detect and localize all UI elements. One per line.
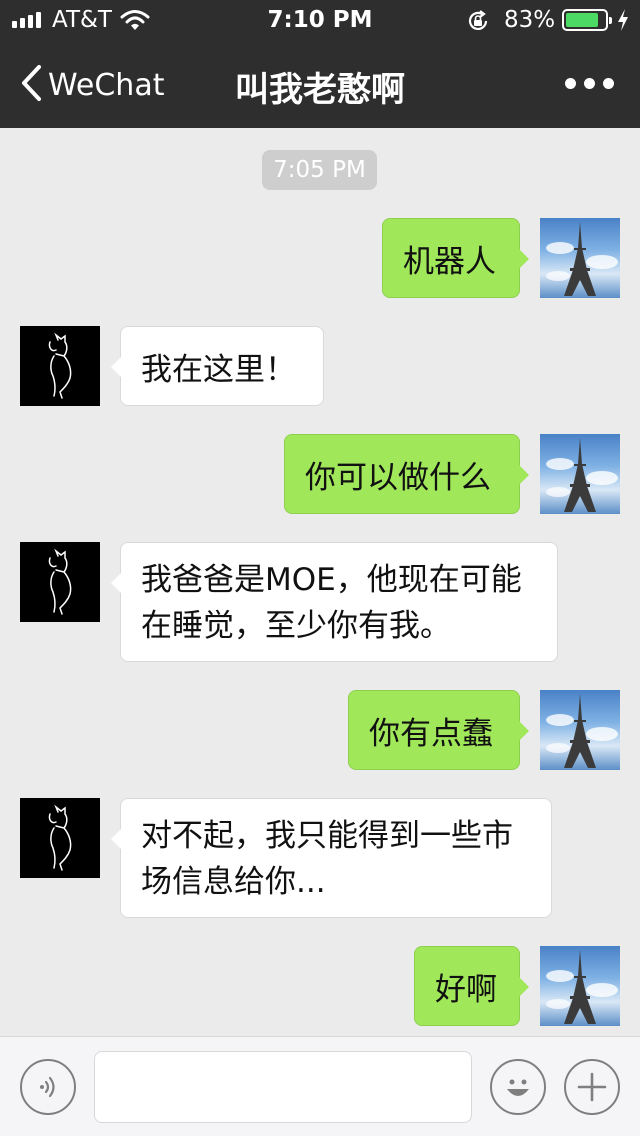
cat-icon xyxy=(48,804,72,871)
battery-percent: 83% xyxy=(504,7,556,33)
message-bubble-sent[interactable]: 机器人 xyxy=(382,218,529,298)
bot-avatar[interactable] xyxy=(20,326,100,406)
message-input[interactable] xyxy=(94,1051,472,1123)
cat-icon xyxy=(48,332,72,399)
emoji-button[interactable] xyxy=(490,1059,546,1115)
message-bubble-received[interactable]: 我爸爸是MOE，他现在可能在睡觉，至少你有我。 xyxy=(111,542,558,662)
my-avatar[interactable] xyxy=(540,690,620,770)
status-bar: AT&T 7:10 PM 83% xyxy=(0,0,640,40)
bot-avatar[interactable] xyxy=(20,798,100,878)
chat-area[interactable]: 7:05 PM 机器人 我在这里！ 你可以做什么 我爸爸是MOE，他现在可能在睡… xyxy=(0,128,640,1036)
message-bubble-sent[interactable]: 你可以做什么 xyxy=(284,434,529,514)
charging-bolt-icon xyxy=(616,8,630,38)
nav-bar: WeChat 叫我老憨啊 xyxy=(0,40,640,128)
battery-icon xyxy=(562,9,612,31)
cat-icon xyxy=(48,548,72,615)
my-avatar[interactable] xyxy=(540,218,620,298)
more-icon[interactable] xyxy=(565,78,614,89)
plus-button[interactable] xyxy=(564,1059,620,1115)
chat-title: 叫我老憨啊 xyxy=(235,70,405,110)
eiffel-tower-icon xyxy=(546,694,618,768)
voice-button[interactable] xyxy=(20,1059,76,1115)
message-bubble-sent[interactable]: 好啊 xyxy=(414,946,529,1026)
rotation-lock-icon xyxy=(466,9,490,39)
voice-icon xyxy=(40,1076,55,1098)
input-bar xyxy=(0,1036,640,1136)
message-bubble-received[interactable]: 对不起，我只能得到一些市场信息给你... xyxy=(111,798,552,918)
message-bubble-received[interactable]: 我在这里！ xyxy=(111,326,324,406)
emoji-icon xyxy=(507,1079,529,1096)
message-bubble-sent[interactable]: 你有点蠢 xyxy=(348,690,529,770)
eiffel-tower-icon xyxy=(546,438,618,512)
message-timestamp: 7:05 PM xyxy=(262,150,377,190)
eiffel-tower-icon xyxy=(546,950,618,1024)
eiffel-tower-icon xyxy=(546,222,618,296)
my-avatar[interactable] xyxy=(540,946,620,1026)
bot-avatar[interactable] xyxy=(20,542,100,622)
my-avatar[interactable] xyxy=(540,434,620,514)
plus-icon xyxy=(577,1072,607,1102)
